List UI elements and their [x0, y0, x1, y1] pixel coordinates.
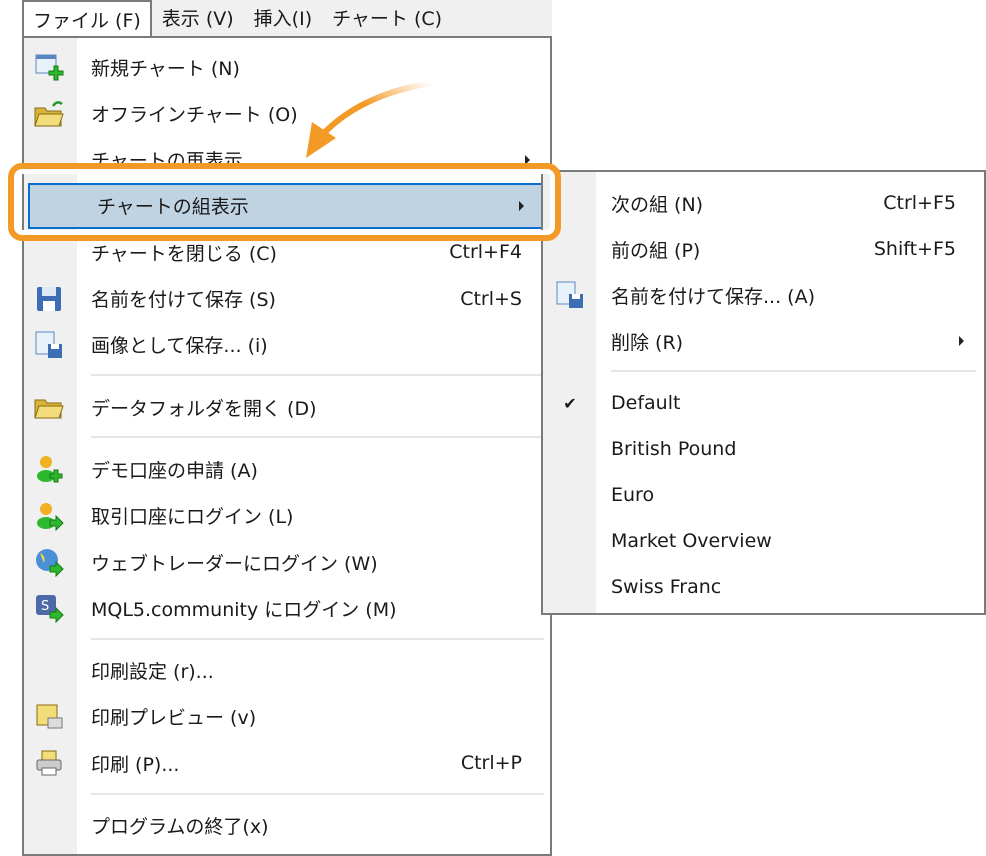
annotation-arrow	[306, 80, 431, 158]
